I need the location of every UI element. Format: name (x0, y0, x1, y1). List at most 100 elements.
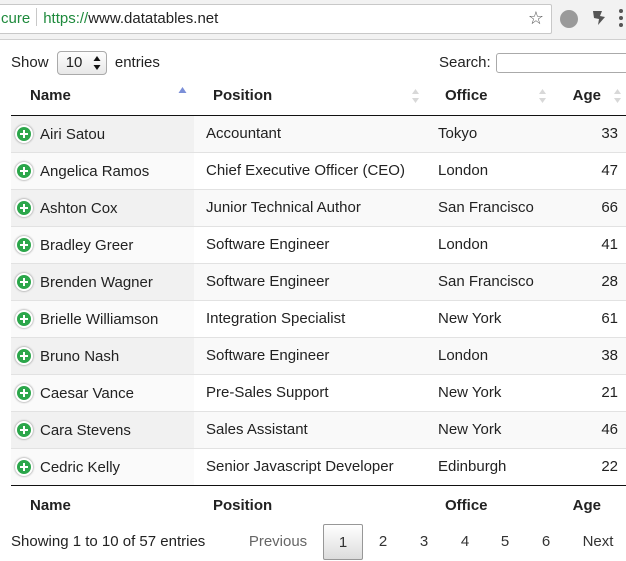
page-4-button[interactable]: 4 (449, 524, 481, 560)
expand-row-icon[interactable] (15, 309, 33, 328)
column-header-position[interactable]: Position (194, 76, 426, 116)
column-header-label: Position (213, 86, 273, 104)
cell-name: Airi Satou (11, 115, 194, 152)
page-2-button[interactable]: 2 (367, 524, 399, 560)
cell-position: Software Engineer (194, 225, 426, 263)
length-select-value: 10 (65, 54, 83, 71)
column-header-label: Age (572, 86, 601, 104)
cell-position: Accountant (194, 115, 426, 152)
cell-age: 46 (553, 410, 626, 448)
cell-name: Caesar Vance (11, 373, 194, 411)
name-text: Brenden Wagner (40, 273, 153, 291)
column-header-label: Office (445, 86, 488, 104)
cell-name: Ashton Cox (11, 188, 194, 226)
cell-position: Software Engineer (194, 262, 426, 300)
menu-icon[interactable] (616, 9, 626, 29)
name-text: Bruno Nash (40, 347, 120, 365)
cell-office: New York (426, 410, 553, 448)
extension-icon[interactable] (560, 10, 578, 28)
expand-row-icon[interactable] (15, 161, 33, 180)
table-header-row: Name Position Office Age (11, 76, 626, 116)
page-5-button[interactable]: 5 (489, 524, 521, 560)
search-input[interactable] (496, 53, 626, 73)
sort-both-icon (614, 89, 621, 103)
cell-name: Bruno Nash (11, 336, 194, 374)
url-scheme: https:// (43, 10, 89, 27)
table-row[interactable]: Cara Stevens Sales Assistant New York 46 (11, 410, 626, 448)
table-row[interactable]: Bradley Greer Software Engineer London 4… (11, 225, 626, 263)
footer-position: Position (194, 484, 426, 525)
cell-office: San Francisco (426, 262, 553, 300)
table-row[interactable]: Brenden Wagner Software Engineer San Fra… (11, 262, 626, 300)
expand-row-icon[interactable] (15, 272, 33, 291)
cell-office: Edinburgh (426, 447, 553, 485)
name-text: Ashton Cox (40, 199, 118, 217)
cell-age: 21 (553, 373, 626, 411)
table-row[interactable]: Airi Satou Accountant Tokyo 33 (11, 115, 626, 152)
expand-row-icon[interactable] (15, 346, 33, 365)
address-bar[interactable]: cure https://www.datatables.net (0, 4, 552, 34)
expand-row-icon[interactable] (15, 198, 33, 217)
expand-row-icon[interactable] (15, 124, 33, 143)
cell-name: Angelica Ramos (11, 151, 194, 189)
expand-row-icon[interactable] (15, 457, 33, 476)
name-text: Bradley Greer (40, 236, 134, 254)
cell-name: Brielle Williamson (11, 299, 194, 337)
cell-age: 33 (553, 115, 626, 152)
table-row[interactable]: Caesar Vance Pre-Sales Support New York … (11, 373, 626, 411)
cell-age: 22 (553, 447, 626, 485)
column-header-age[interactable]: Age (553, 76, 626, 116)
name-text: Cara Stevens (40, 421, 131, 439)
expand-row-icon[interactable] (15, 420, 33, 439)
table-info: Showing 1 to 10 of 57 entries (11, 533, 206, 550)
table-row[interactable]: Bruno Nash Software Engineer London 38 (11, 336, 626, 374)
length-control: Show 10 entries (11, 50, 160, 76)
length-select[interactable]: 10 (56, 51, 107, 75)
page-6-button[interactable]: 6 (530, 524, 562, 560)
secure-label: cure (1, 10, 31, 27)
column-header-name[interactable]: Name (11, 76, 194, 116)
cell-age: 38 (553, 336, 626, 374)
table-row[interactable]: Cedric Kelly Senior Javascript Developer… (11, 447, 626, 485)
cell-office: San Francisco (426, 188, 553, 226)
name-text: Caesar Vance (40, 384, 134, 402)
footer-name: Name (11, 484, 194, 525)
page-3-button[interactable]: 3 (408, 524, 440, 560)
cell-position: Software Engineer (194, 336, 426, 374)
expand-row-icon[interactable] (15, 235, 33, 254)
cell-office: London (426, 225, 553, 263)
cell-position: Pre-Sales Support (194, 373, 426, 411)
cell-age: 41 (553, 225, 626, 263)
page-1-button[interactable]: 1 (323, 524, 363, 560)
table-row[interactable]: Angelica Ramos Chief Executive Officer (… (11, 151, 626, 189)
previous-button[interactable]: Previous (238, 524, 318, 560)
search-label: Search: (439, 54, 491, 71)
cell-position: Sales Assistant (194, 410, 426, 448)
cell-age: 28 (553, 262, 626, 300)
table-row[interactable]: Ashton Cox Junior Technical Author San F… (11, 188, 626, 226)
cell-age: 66 (553, 188, 626, 226)
table-row[interactable]: Brielle Williamson Integration Specialis… (11, 299, 626, 337)
browser-toolbar: cure https://www.datatables.net ☆ (0, 0, 626, 40)
cell-name: Bradley Greer (11, 225, 194, 263)
cell-office: Tokyo (426, 115, 553, 152)
cell-position: Chief Executive Officer (CEO) (194, 151, 426, 189)
expand-row-icon[interactable] (15, 383, 33, 402)
name-text: Angelica Ramos (40, 162, 150, 180)
sort-both-icon (412, 89, 419, 103)
length-suffix: entries (114, 54, 160, 71)
footer-office: Office (426, 484, 553, 525)
star-icon[interactable]: ☆ (526, 8, 546, 28)
select-arrows-icon (93, 56, 101, 70)
cell-age: 61 (553, 299, 626, 337)
pin-extension-icon[interactable] (589, 8, 609, 28)
table-body: Airi Satou Accountant Tokyo 33 Angelica … (11, 115, 626, 485)
name-text: Cedric Kelly (40, 458, 121, 476)
cell-name: Cedric Kelly (11, 447, 194, 485)
name-text: Brielle Williamson (40, 310, 159, 328)
sort-ascending-icon (178, 87, 187, 93)
cell-name: Brenden Wagner (11, 262, 194, 300)
cell-position: Senior Javascript Developer (194, 447, 426, 485)
next-button[interactable]: Next (576, 524, 620, 560)
column-header-office[interactable]: Office (426, 76, 553, 116)
